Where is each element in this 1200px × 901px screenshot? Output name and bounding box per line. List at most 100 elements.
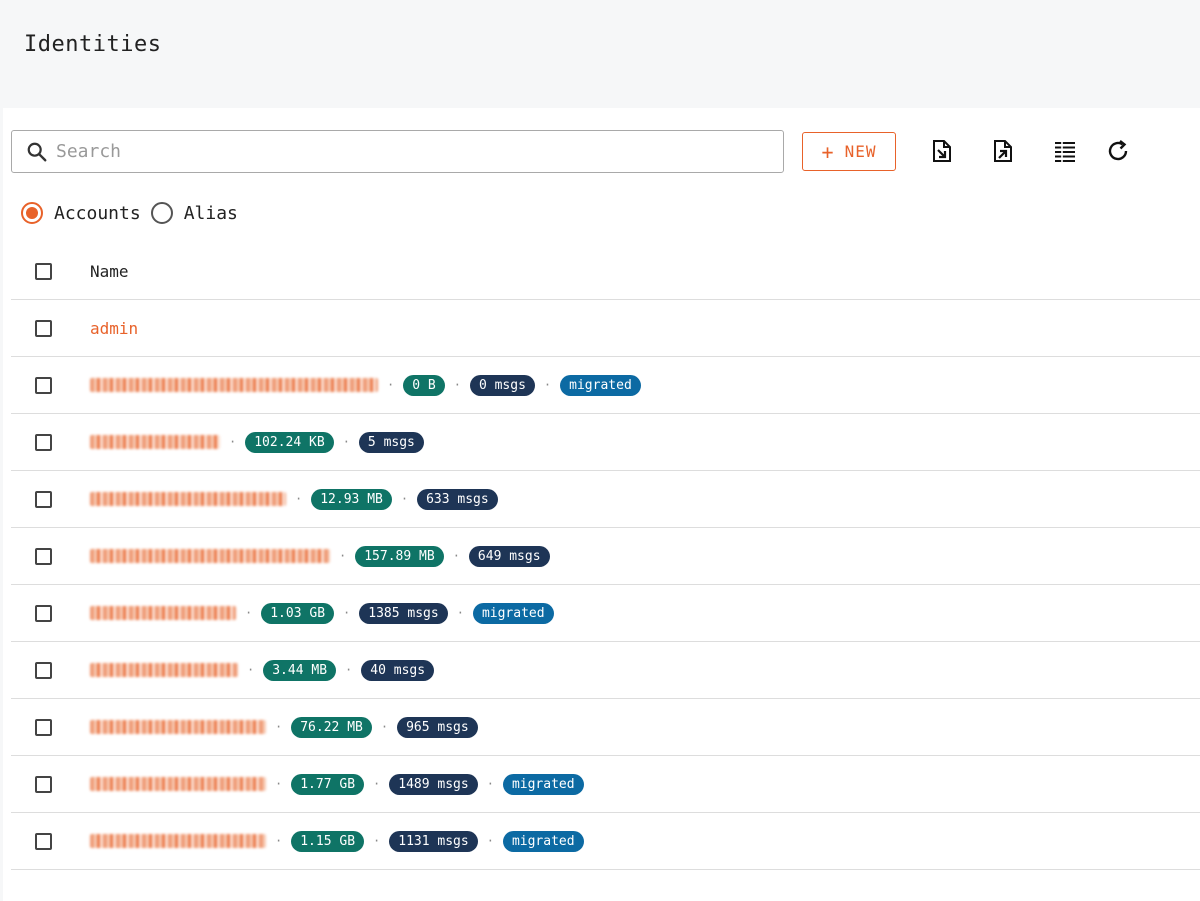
separator-dot: · — [380, 720, 389, 734]
account-name-link[interactable] — [90, 549, 330, 563]
table-row[interactable]: · 76.22 MB · 965 msgs — [11, 699, 1200, 756]
name-cell: admin — [90, 319, 138, 338]
size-badge: 0 B — [403, 374, 445, 396]
columns-icon[interactable] — [1052, 138, 1078, 164]
page-header: Identities — [0, 0, 1200, 108]
table-row[interactable]: · 1.03 GB · 1385 msgs · migrated — [11, 585, 1200, 642]
separator-dot: · — [543, 378, 552, 392]
separator-dot: · — [373, 777, 381, 791]
radio-accounts-indicator[interactable] — [21, 202, 43, 224]
identities-table: Name admin · 0 B · 0 msgs · migrated · 102.24 KB… — [11, 243, 1200, 870]
column-header-name[interactable]: Name — [90, 262, 129, 281]
account-name-link[interactable] — [90, 435, 220, 449]
size-badge: 76.22 MB — [291, 716, 372, 738]
name-cell: · 1.15 GB · 1131 msgs · migrated — [90, 830, 584, 852]
table-row[interactable]: · 0 B · 0 msgs · migrated — [11, 357, 1200, 414]
row-checkbox[interactable] — [35, 547, 52, 565]
messages-badge: 40 msgs — [361, 659, 435, 681]
name-cell: · 102.24 KB · 5 msgs — [90, 431, 424, 453]
refresh-icon[interactable] — [1105, 138, 1131, 164]
separator-dot: · — [387, 378, 395, 392]
separator-dot: · — [247, 663, 255, 677]
account-name-link[interactable] — [90, 606, 236, 620]
radio-alias-label: Alias — [183, 202, 238, 224]
table-row[interactable]: · 102.24 KB · 5 msgs — [11, 414, 1200, 471]
separator-dot: · — [452, 549, 460, 563]
separator-dot: · — [295, 492, 303, 506]
migrated-badge: migrated — [502, 830, 584, 852]
radio-accounts[interactable]: Accounts — [21, 202, 141, 224]
search-box[interactable] — [11, 130, 784, 173]
name-cell: · 1.77 GB · 1489 msgs · migrated — [90, 773, 584, 795]
size-badge: 3.44 MB — [263, 659, 337, 681]
export-icon[interactable] — [990, 138, 1016, 164]
separator-dot: · — [345, 663, 353, 677]
size-badge: 157.89 MB — [355, 545, 444, 567]
table-row[interactable]: · 12.93 MB · 633 msgs — [11, 471, 1200, 528]
radio-alias[interactable]: Alias — [150, 202, 238, 224]
name-cell: · 12.93 MB · 633 msgs — [90, 488, 498, 510]
separator-dot: · — [453, 378, 461, 392]
separator-dot: · — [275, 777, 283, 791]
separator-dot: · — [373, 834, 381, 848]
account-name-link[interactable] — [90, 663, 238, 677]
row-checkbox[interactable] — [35, 319, 52, 337]
select-all-checkbox[interactable] — [35, 262, 52, 280]
account-name-link[interactable] — [90, 492, 286, 506]
account-name-link[interactable] — [90, 834, 266, 848]
messages-badge: 1489 msgs — [389, 773, 478, 795]
row-checkbox[interactable] — [35, 490, 52, 508]
messages-badge: 1385 msgs — [359, 602, 448, 624]
separator-dot: · — [245, 606, 253, 620]
messages-badge: 0 msgs — [469, 374, 535, 396]
row-checkbox[interactable] — [35, 376, 52, 394]
new-button-label: NEW — [844, 142, 877, 161]
size-badge: 1.03 GB — [261, 602, 335, 624]
import-icon[interactable] — [929, 138, 955, 164]
search-input[interactable] — [56, 141, 756, 162]
separator-dot: · — [343, 606, 351, 620]
migrated-badge: migrated — [560, 374, 641, 396]
table-row[interactable]: · 3.44 MB · 40 msgs — [11, 642, 1200, 699]
separator-dot: · — [275, 834, 283, 848]
account-name-link[interactable] — [90, 777, 266, 791]
account-name-link[interactable]: admin — [90, 319, 138, 338]
name-cell: · 3.44 MB · 40 msgs — [90, 659, 435, 681]
separator-dot: · — [339, 549, 347, 563]
migrated-badge: migrated — [502, 773, 584, 795]
account-name-link[interactable] — [90, 720, 266, 734]
row-checkbox[interactable] — [35, 775, 52, 793]
account-name-link[interactable] — [90, 378, 378, 392]
row-checkbox[interactable] — [35, 718, 52, 736]
size-badge: 1.15 GB — [291, 830, 365, 852]
row-checkbox[interactable] — [35, 604, 52, 622]
table-row[interactable]: · 157.89 MB · 649 msgs — [11, 528, 1200, 585]
table-row[interactable]: · 1.77 GB · 1489 msgs · migrated — [11, 756, 1200, 813]
messages-badge: 633 msgs — [417, 488, 498, 510]
separator-dot: · — [400, 492, 409, 506]
radio-alias-indicator[interactable] — [150, 202, 173, 224]
identity-type-filter: Accounts Alias — [21, 200, 248, 226]
table-row[interactable]: admin — [11, 300, 1200, 357]
separator-dot: · — [275, 720, 283, 734]
row-checkbox[interactable] — [35, 661, 52, 679]
separator-dot: · — [486, 834, 494, 848]
size-badge: 102.24 KB — [245, 431, 334, 453]
row-checkbox[interactable] — [35, 832, 52, 850]
size-badge: 12.93 MB — [311, 488, 392, 510]
plus-icon: + — [821, 139, 835, 164]
row-checkbox[interactable] — [35, 433, 52, 451]
identities-panel: + NEW — [3, 108, 1200, 901]
table-header-row: Name — [11, 243, 1200, 300]
new-button[interactable]: + NEW — [802, 132, 896, 171]
messages-badge: 649 msgs — [468, 545, 550, 567]
name-cell: · 0 B · 0 msgs · migrated — [90, 374, 641, 396]
separator-dot: · — [229, 435, 237, 449]
name-cell: · 76.22 MB · 965 msgs — [90, 716, 478, 738]
messages-badge: 5 msgs — [358, 431, 424, 453]
separator-dot: · — [342, 435, 350, 449]
table-row[interactable]: · 1.15 GB · 1131 msgs · migrated — [11, 813, 1200, 870]
migrated-badge: migrated — [472, 602, 554, 624]
separator-dot: · — [456, 606, 464, 620]
radio-accounts-label: Accounts — [54, 202, 141, 224]
